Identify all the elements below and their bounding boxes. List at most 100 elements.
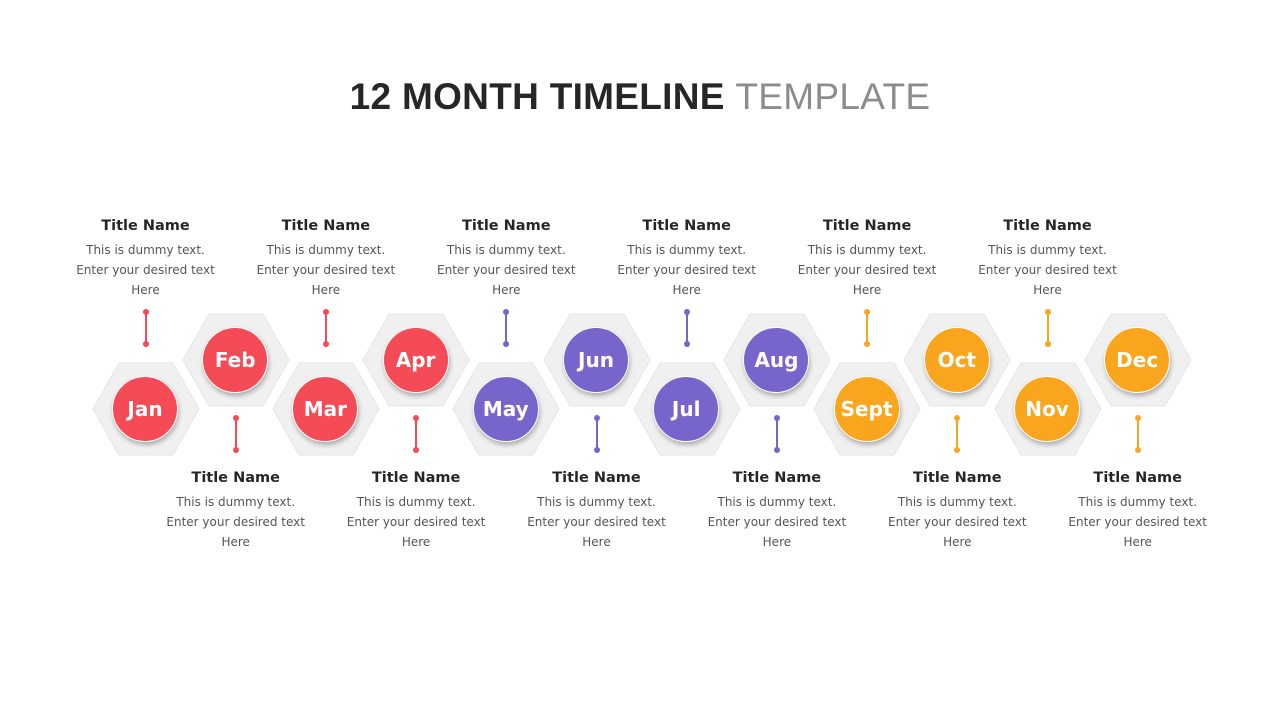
connector-dot: [864, 309, 871, 315]
info-description: This is dummy text. Enter your desired te…: [336, 492, 496, 552]
description-line: This is dummy text.: [717, 495, 837, 509]
description-line: This is dummy text.: [176, 495, 296, 509]
month-badge-jul[interactable]: Jul: [653, 375, 720, 442]
month-label: Dec: [1116, 347, 1159, 372]
month-info-sept: Title Name This is dummy text. Enter your …: [787, 218, 947, 300]
info-title: Title Name: [462, 218, 551, 234]
info-title: Title Name: [732, 470, 822, 486]
month-badge-jan[interactable]: Jan: [112, 375, 178, 442]
description-line: This is dummy text.: [86, 243, 205, 257]
connector-dot: [142, 341, 149, 347]
connector-line: [866, 312, 869, 344]
connector-line: [775, 418, 778, 450]
connector-line: [144, 312, 147, 344]
month-badge-apr[interactable]: Apr: [382, 326, 449, 393]
connector-dot: [954, 415, 961, 421]
description-line: This is dummy text.: [897, 495, 1017, 509]
connector-dot: [232, 415, 239, 421]
connector-dot: [593, 447, 600, 453]
info-description: This is dummy text. Enter your desired te…: [877, 492, 1037, 552]
connector-dot: [683, 309, 690, 315]
month-label: Nov: [1025, 396, 1069, 421]
description-line: Here: [1033, 283, 1062, 297]
month-label: Feb: [214, 347, 256, 372]
connector-dot: [773, 447, 780, 453]
description-line: This is dummy text.: [266, 243, 386, 257]
month-info-oct: Title Name This is dummy text. Enter your …: [877, 470, 1037, 552]
description-line: Here: [762, 535, 792, 549]
description-line: Enter your desired text: [707, 515, 847, 529]
month-label: Aug: [754, 347, 799, 372]
info-description: This is dummy text. Enter your desired te…: [787, 240, 947, 300]
info-title: Title Name: [191, 470, 280, 486]
info-title: Title Name: [552, 470, 641, 486]
month-info-mar: Title Name This is dummy text. Enter your …: [246, 218, 406, 300]
connector-dot: [503, 309, 510, 315]
month-label: Jun: [578, 347, 614, 372]
month-info-dec: Title Name This is dummy text. Enter your …: [1058, 470, 1218, 552]
info-description: This is dummy text. Enter your desired te…: [607, 240, 767, 300]
description-line: This is dummy text.: [537, 495, 656, 509]
info-title: Title Name: [371, 470, 461, 486]
description-line: Enter your desired text: [256, 263, 396, 277]
info-title: Title Name: [101, 218, 190, 234]
month-badge-may[interactable]: May: [472, 375, 539, 442]
connector-dot: [1044, 309, 1051, 315]
month-badge-mar[interactable]: Mar: [292, 375, 359, 442]
info-description: This is dummy text. Enter your desired te…: [968, 240, 1128, 300]
description-line: Enter your desired text: [437, 263, 576, 277]
info-description: This is dummy text. Enter your desired te…: [246, 240, 406, 300]
connector-dot: [593, 415, 600, 421]
month-info-feb: Title Name This is dummy text. Enter your …: [156, 470, 316, 552]
description-line: Here: [943, 535, 972, 549]
description-line: This is dummy text.: [988, 243, 1107, 257]
month-info-may: Title Name This is dummy text. Enter your …: [426, 218, 586, 300]
info-title: Title Name: [1003, 218, 1092, 234]
title-bold: 12 MONTH TIMELINE: [349, 76, 725, 117]
connector-line: [595, 418, 598, 450]
connector-dot: [413, 415, 420, 421]
description-line: Here: [492, 283, 521, 297]
month-label: May: [482, 396, 529, 421]
info-description: This is dummy text. Enter your desired te…: [517, 492, 677, 552]
info-title: Title Name: [642, 218, 731, 234]
description-line: This is dummy text.: [356, 495, 476, 509]
connector-dot: [683, 341, 690, 347]
description-line: Here: [221, 535, 250, 549]
connector-dot: [322, 309, 329, 315]
month-label: Apr: [395, 347, 436, 372]
month-badge-dec[interactable]: Dec: [1104, 326, 1171, 393]
description-line: Enter your desired text: [527, 515, 666, 529]
connector-jan: [142, 309, 149, 347]
description-line: This is dummy text.: [807, 243, 927, 257]
month-label: Sept: [840, 396, 893, 421]
connector-dot: [954, 447, 961, 453]
description-line: Here: [1123, 535, 1152, 549]
connector-dot: [773, 415, 780, 421]
info-description: This is dummy text. Enter your desired te…: [66, 240, 226, 300]
month-label: Mar: [303, 396, 348, 421]
connector-aug: [773, 415, 780, 453]
connector-line: [1136, 418, 1139, 450]
connector-dot: [322, 341, 329, 347]
month-badge-feb[interactable]: Feb: [202, 326, 269, 393]
month-badge-oct[interactable]: Oct: [923, 326, 990, 393]
connector-line: [685, 312, 688, 344]
connector-may: [503, 309, 510, 347]
description-line: Enter your desired text: [166, 515, 305, 529]
title-light: TEMPLATE: [735, 76, 931, 117]
info-description: This is dummy text. Enter your desired te…: [1058, 492, 1218, 552]
month-badge-jun[interactable]: Jun: [563, 326, 629, 393]
description-line: Here: [852, 283, 882, 297]
month-badge-aug[interactable]: Aug: [743, 326, 810, 393]
info-title: Title Name: [913, 470, 1002, 486]
info-title: Title Name: [281, 218, 371, 234]
connector-apr: [413, 415, 420, 453]
month-badge-nov[interactable]: Nov: [1014, 375, 1080, 442]
month-badge-sept[interactable]: Sept: [833, 375, 900, 442]
connector-dec: [1134, 415, 1141, 453]
month-label: Jan: [127, 396, 163, 421]
month-label: Oct: [937, 347, 976, 372]
connector-nov: [1044, 309, 1051, 347]
description-line: Enter your desired text: [888, 515, 1027, 529]
